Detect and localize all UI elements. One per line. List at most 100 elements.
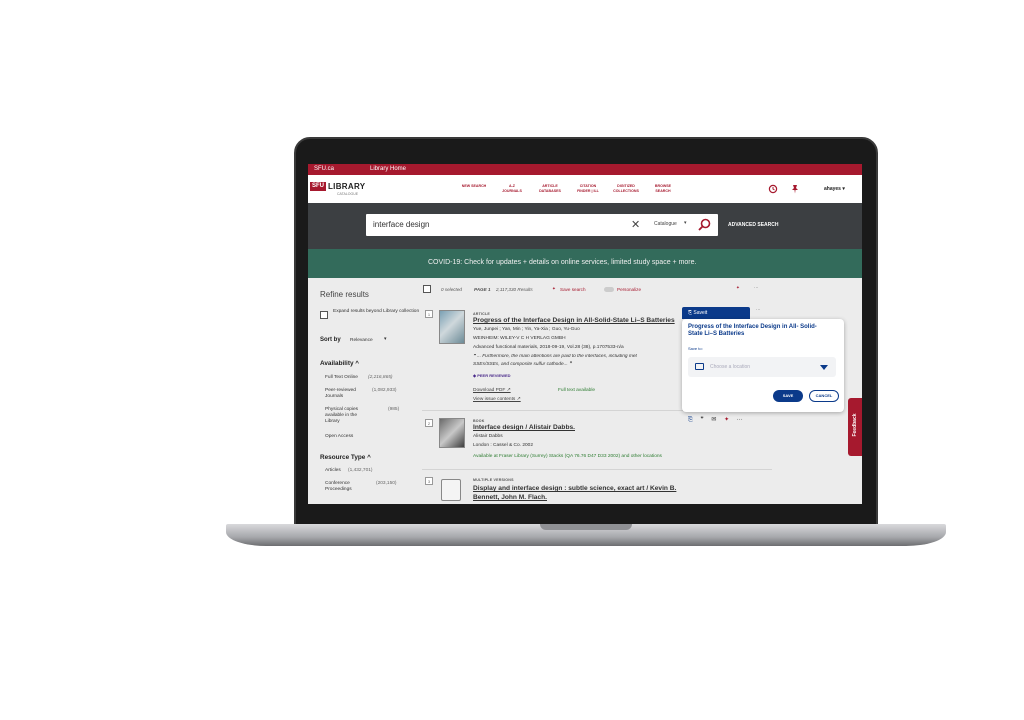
save-search-link[interactable]: Save search — [560, 287, 586, 292]
clear-icon[interactable]: ✕ — [631, 218, 640, 231]
result-type: ARTICLE — [473, 312, 490, 316]
multiple-versions-icon[interactable] — [441, 479, 461, 501]
search-query[interactable]: interface design — [373, 220, 429, 229]
feedback-label: Feedback — [852, 413, 858, 437]
chevron-down-icon[interactable]: ▾ — [384, 337, 386, 343]
more-icon[interactable]: ··· — [737, 417, 743, 423]
result-title[interactable]: Display and interface design : subtle sc… — [473, 484, 688, 502]
chevron-down-icon[interactable]: ▾ — [684, 220, 687, 226]
user-menu[interactable]: ahayes ▾ — [824, 186, 845, 192]
personalize-label[interactable]: Personalize — [617, 287, 641, 292]
logo-sfu[interactable]: SFU — [310, 182, 326, 191]
nav-label: NEW SEARCH — [461, 184, 487, 188]
screen: SFU.ca Library Home SFU LIBRARY CATALOGU… — [308, 164, 862, 504]
nav-label: SEARCH — [655, 189, 671, 193]
result-index[interactable]: 3 — [425, 477, 433, 485]
view-issue-link[interactable]: View issue contents ↗ — [473, 397, 521, 402]
result-index[interactable]: 1 — [425, 310, 433, 318]
sort-value[interactable]: Relevance — [350, 338, 373, 344]
history-icon[interactable] — [768, 184, 778, 194]
more-icon[interactable]: ··· — [756, 307, 761, 312]
facet-peer[interactable]: Peer-reviewed Journals — [325, 388, 365, 400]
saveit-tab[interactable]: ⎘ Saveit — [682, 307, 750, 319]
covid-banner[interactable]: COVID-19: Check for updates + details on… — [308, 249, 862, 278]
quote-icon[interactable]: ❞ — [700, 417, 703, 423]
expand-checkbox[interactable] — [320, 311, 328, 319]
facet-count: (1,432,701) — [348, 468, 373, 473]
personalize-toggle[interactable] — [604, 287, 614, 292]
nav-new-search[interactable]: NEW SEARCH — [458, 184, 490, 189]
chevron-down-icon[interactable] — [820, 365, 828, 370]
facet-count: (2,216,865) — [368, 375, 393, 380]
nav-citation-finder[interactable]: CITATION FINDER | ILL — [570, 184, 606, 194]
fulltext-link[interactable]: Full text available — [558, 388, 595, 393]
save-button[interactable]: SAVE — [773, 390, 803, 402]
nav-label: JOURNALS — [502, 189, 522, 193]
library-home-link[interactable]: Library Home — [370, 166, 406, 172]
facet-fulltext[interactable]: Full Text Online — [325, 375, 358, 381]
peer-reviewed-badge: ◆ PEER REVIEWED — [473, 373, 511, 378]
select-all-checkbox[interactable] — [423, 285, 431, 293]
facet-count: (985) — [388, 407, 400, 412]
book-cover-thumbnail[interactable] — [439, 310, 465, 344]
result-type: MULTIPLE VERSIONS — [473, 478, 514, 482]
result-snippet: SSEs/SSEs, and composite sulfur cathode.… — [473, 362, 572, 367]
scope-select[interactable]: Catalogue — [654, 221, 677, 227]
location-select[interactable]: Choose a location — [688, 357, 836, 377]
selected-count: 0 selected — [441, 287, 462, 292]
pin-icon[interactable] — [791, 184, 799, 194]
availability-heading[interactable]: Availability ^ — [320, 360, 359, 367]
book-cover-thumbnail[interactable] — [439, 418, 465, 448]
facet-count: (1,082,933) — [372, 388, 397, 393]
covid-text[interactable]: COVID-19: Check for updates + details on… — [428, 259, 696, 266]
search-input[interactable]: interface design ✕ Catalogue ▾ — [366, 214, 718, 236]
pin-icon[interactable]: ✦ — [724, 417, 729, 423]
navbar: SFU LIBRARY CATALOGUE NEW SEARCH A-Z JOU… — [308, 175, 862, 203]
result-authors: Yue, Junpei ; Yan, Min ; Yin, Ya-Xia ; G… — [473, 327, 580, 332]
expand-label[interactable]: Expand results beyond Library collection — [333, 309, 423, 315]
nav-digitized-collections[interactable]: DIGITIZED COLLECTIONS — [608, 184, 644, 194]
page-number: PAGE 1 — [474, 287, 491, 292]
facet-open-access[interactable]: Open Access — [325, 434, 353, 440]
email-icon[interactable]: ✉ — [711, 417, 716, 423]
facet-articles[interactable]: Articles — [325, 468, 341, 474]
facet-conference[interactable]: Conference Proceedings — [325, 481, 365, 493]
dialog-title: Progress of the Interface Design in All-… — [688, 324, 817, 337]
more-icon[interactable]: ··· — [754, 285, 759, 290]
refine-title: Refine results — [320, 290, 369, 299]
facet-count: (203,150) — [376, 481, 397, 486]
result-divider — [422, 469, 772, 470]
result-publisher: WEINHEIM: WILEY-V C H VERLAG GMBH — [473, 336, 566, 341]
sfu-link[interactable]: SFU.ca — [314, 166, 334, 172]
advanced-search-link[interactable]: ADVANCED SEARCH — [728, 222, 778, 228]
pin-icon[interactable]: ✦ — [736, 285, 740, 291]
feedback-tab[interactable]: Feedback — [848, 398, 862, 456]
nav-browse-search[interactable]: BROWSE SEARCH — [648, 184, 678, 194]
save-dialog: Progress of the Interface Design in All-… — [682, 319, 844, 412]
facet-physical[interactable]: Physical copies available in the Library — [325, 407, 369, 425]
logo-sub: CATALOGUE — [337, 192, 359, 196]
resource-type-heading[interactable]: Resource Type ^ — [320, 454, 371, 461]
save-icon[interactable]: ⎘ — [688, 417, 693, 423]
pin-icon[interactable]: ✦ — [552, 286, 556, 292]
nav-article-databases[interactable]: ARTICLE DATABASES — [534, 184, 566, 194]
result-title[interactable]: Progress of the Interface Design in All-… — [473, 317, 675, 324]
result-title[interactable]: Interface design / Alistair Dabbs. — [473, 424, 575, 431]
result-source: Advanced functional materials, 2018-09-1… — [473, 345, 624, 350]
result-index[interactable]: 2 — [425, 419, 433, 427]
cancel-button[interactable]: CANCEL — [809, 390, 839, 402]
availability-status[interactable]: Available at Fraser Library (Surrey) Sta… — [473, 454, 662, 459]
results-count: 2,117,330 Results — [496, 287, 533, 292]
download-pdf-link[interactable]: Download PDF ↗ — [473, 388, 511, 393]
save-to-label: Save to: — [688, 346, 703, 351]
result-snippet: ❝ ... Furthermore, the main attentions a… — [473, 354, 637, 359]
result-type: BOOK — [473, 419, 485, 423]
result-authors: Alistair Dabbs — [473, 434, 503, 439]
logo-library[interactable]: LIBRARY — [328, 182, 365, 191]
nav-label: DATABASES — [539, 189, 561, 193]
laptop-notch — [540, 524, 632, 530]
nav-az-journals[interactable]: A-Z JOURNALS — [496, 184, 528, 194]
folder-icon — [695, 363, 704, 370]
sort-label: Sort by — [320, 337, 341, 343]
search-icon[interactable] — [698, 218, 711, 231]
